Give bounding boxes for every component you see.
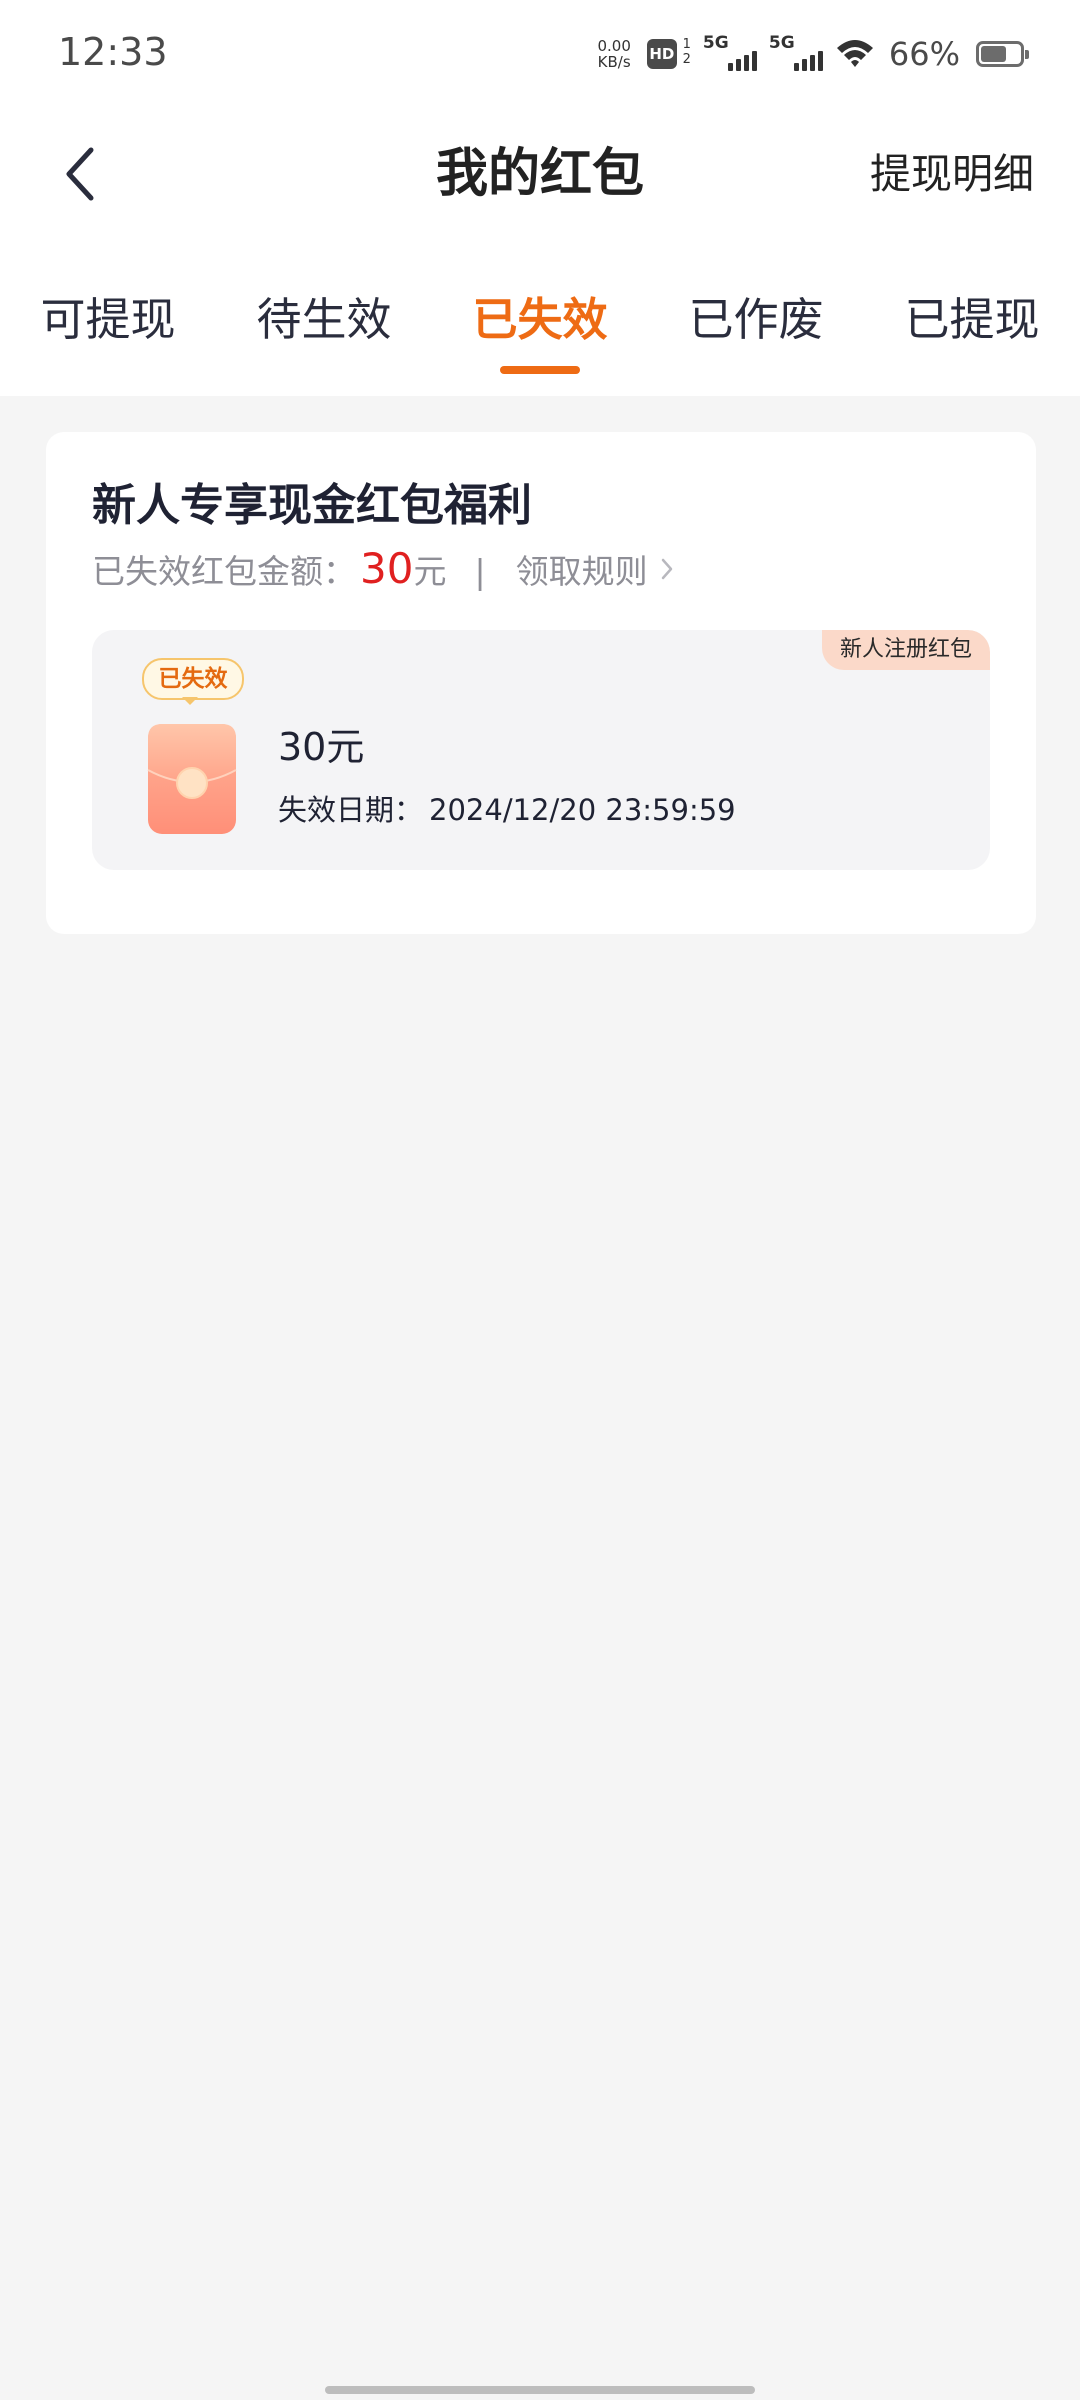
hd-sim-numbers: 1 2 xyxy=(683,37,691,67)
card-title: 新人专享现金红包福利 xyxy=(92,480,532,531)
summary-separator: | xyxy=(474,552,486,591)
coupon-expiry: 失效日期： 2024/12/20 23:59:59 xyxy=(278,790,736,830)
red-packet-card: 新人专享现金红包福利 已失效红包金额： 30 元 | 领取规则 新人注册红包 已… xyxy=(46,432,1036,934)
top-panel: 12:33 0.00 KB/s HD 1 2 5G 5G 66% 我的红包 提现… xyxy=(0,0,1080,396)
status-badge: 已失效 xyxy=(142,658,244,700)
network-speed-unit: KB/s xyxy=(597,53,631,71)
tab-withdrawable[interactable]: 可提现 xyxy=(0,290,216,350)
status-time: 12:33 xyxy=(58,30,168,74)
coupon-amount: 30元 xyxy=(278,725,365,769)
tab-withdrawn[interactable]: 已提现 xyxy=(864,290,1080,350)
tab-pending[interactable]: 待生效 xyxy=(216,290,432,350)
summary-amount: 30 xyxy=(360,544,414,593)
tab-expired[interactable]: 已失效 xyxy=(432,290,648,350)
hd-sim-bottom: 2 xyxy=(682,52,691,67)
expired-amount-summary: 已失效红包金额： 30 元 | 领取规则 xyxy=(92,544,674,604)
network-type-sim1: 5G xyxy=(702,33,729,53)
home-indicator[interactable] xyxy=(325,2386,755,2394)
summary-unit: 元 xyxy=(413,552,447,591)
expiry-date: 2024/12/20 23:59:59 xyxy=(429,793,736,827)
tab-voided[interactable]: 已作废 xyxy=(648,290,864,350)
expiry-label: 失效日期： xyxy=(278,793,424,827)
status-badge-pointer xyxy=(182,697,198,705)
battery-icon xyxy=(976,41,1029,67)
rules-link[interactable]: 领取规则 xyxy=(516,545,674,593)
hd-label: HD xyxy=(646,39,677,69)
withdraw-details-link[interactable]: 提现明细 xyxy=(870,148,1034,200)
hd-voice-icon: HD 1 2 xyxy=(646,37,691,71)
hd-sim-top: 1 xyxy=(682,37,691,52)
wifi-icon xyxy=(836,40,873,67)
signal-icon-sim1: 5G xyxy=(702,33,757,73)
rules-link-label: 领取规则 xyxy=(515,552,648,591)
network-type-sim2: 5G xyxy=(768,33,795,53)
battery-percent: 66% xyxy=(888,35,960,73)
status-icons: 0.00 KB/s HD 1 2 5G 5G 66% xyxy=(597,33,1029,74)
summary-label: 已失效红包金额： xyxy=(92,552,356,591)
status-bar: 12:33 0.00 KB/s HD 1 2 5G 5G 66% xyxy=(0,0,1080,108)
red-packet-item[interactable]: 新人注册红包 已失效 30元 失效日期： 2024/12/20 23:59:59 xyxy=(92,630,990,870)
chevron-right-icon xyxy=(661,558,672,580)
red-envelope-icon xyxy=(147,724,237,834)
network-speed: 0.00 KB/s xyxy=(597,38,630,70)
tab-bar: 可提现 待生效 已失效 已作废 已提现 xyxy=(0,290,1080,390)
signal-icon-sim2: 5G xyxy=(768,33,823,73)
network-speed-value: 0.00 xyxy=(597,37,631,55)
active-tab-indicator xyxy=(500,366,580,374)
coupon-type-tag: 新人注册红包 xyxy=(821,630,990,670)
